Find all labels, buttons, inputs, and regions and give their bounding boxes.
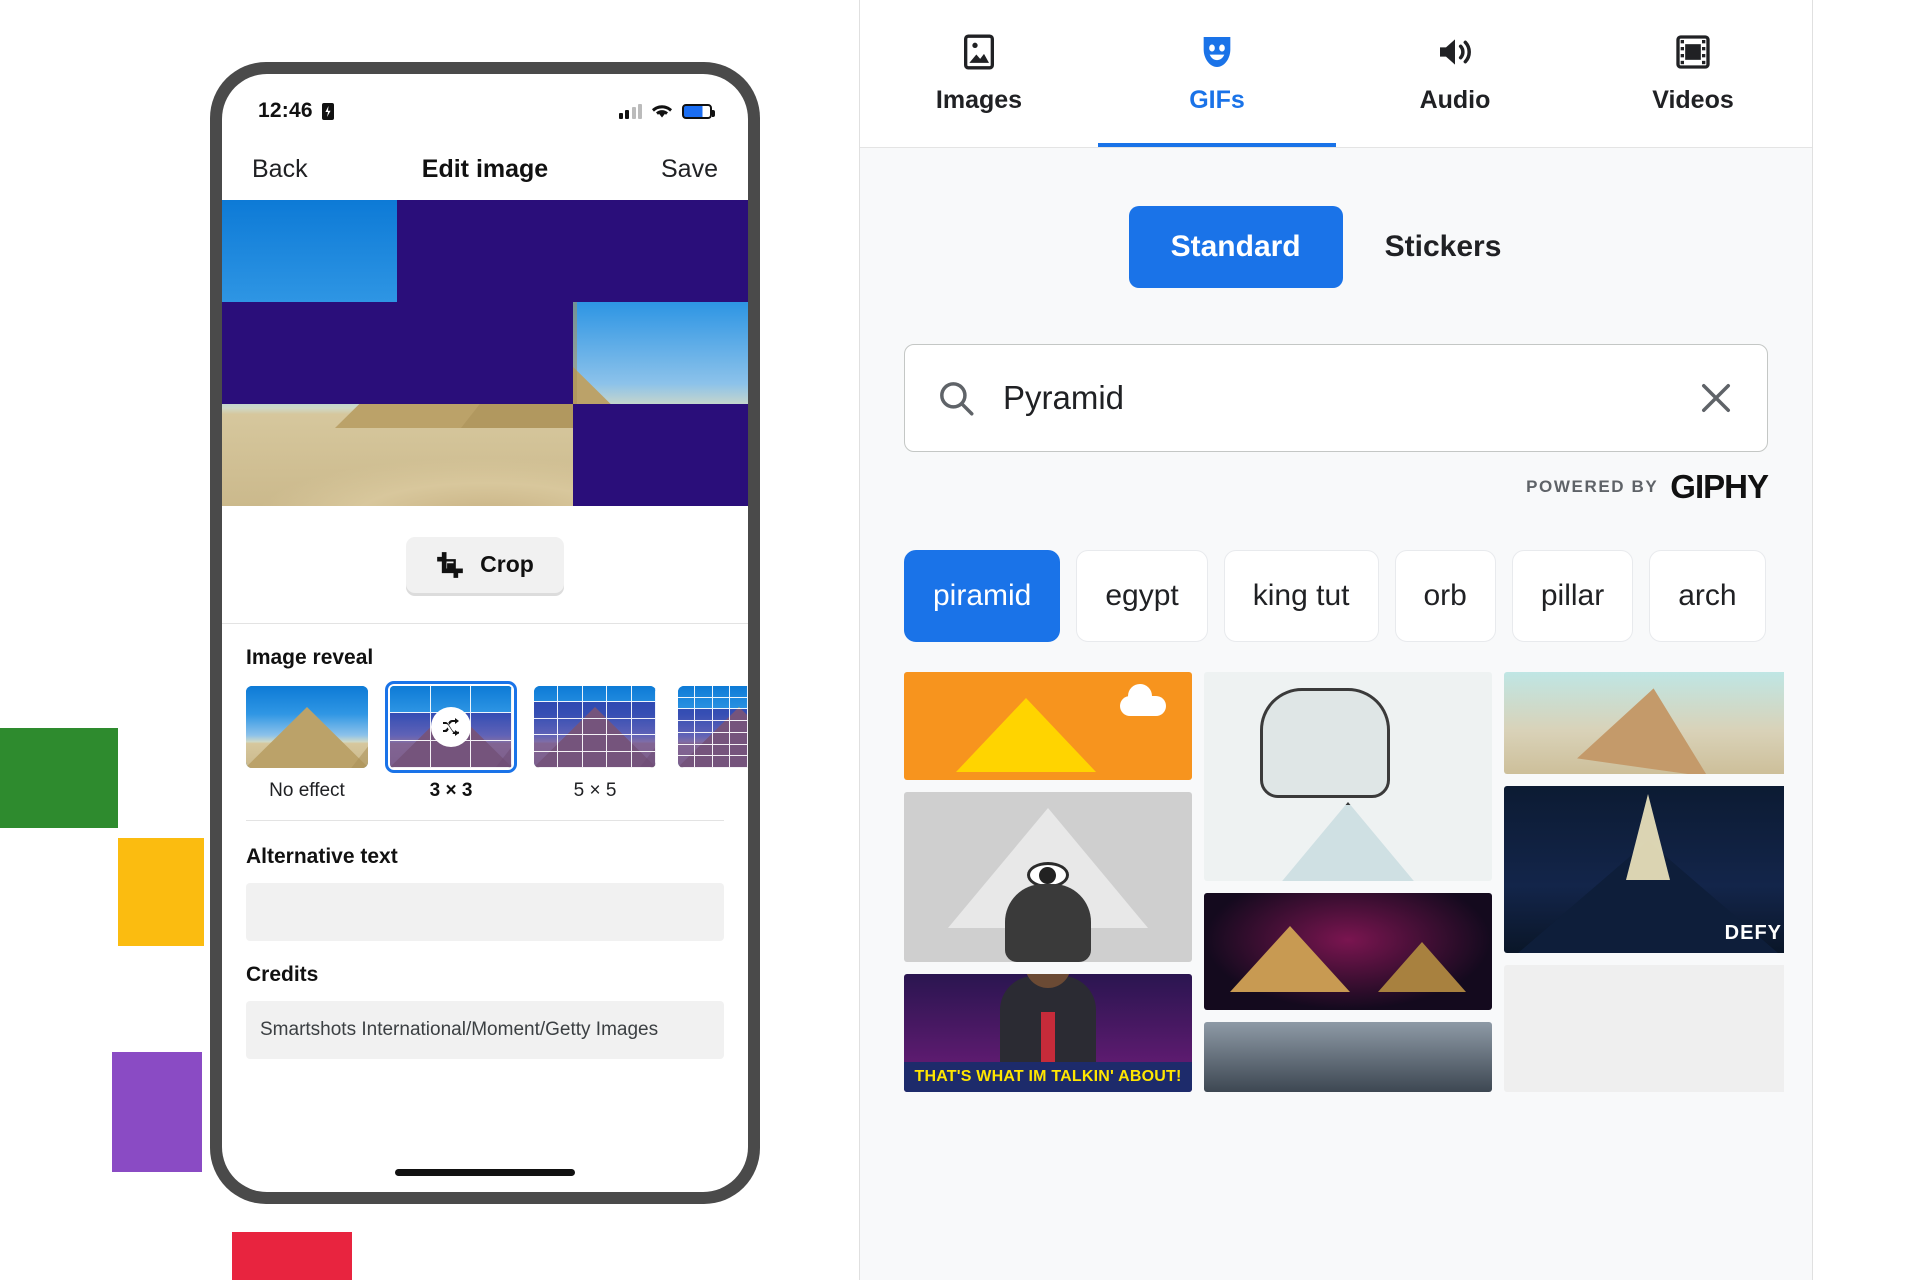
gif-result-item[interactable]: [1204, 1021, 1492, 1092]
media-picker-panel: Images GIFs Audio Videos Standard Sticke…: [860, 0, 1812, 1280]
crop-button[interactable]: Crop: [406, 536, 564, 593]
reveal-option-3x3[interactable]: 3 × 3: [385, 681, 517, 802]
preview-tile[interactable]: [222, 404, 398, 506]
tab-images[interactable]: Images: [860, 0, 1098, 147]
image-icon: [964, 34, 994, 70]
crop-row: Crop: [222, 506, 748, 624]
speaker-icon: [1440, 39, 1471, 65]
image-reveal-label: Image reveal: [246, 646, 374, 669]
chip-king-tut[interactable]: king tut: [1223, 550, 1379, 642]
battery-charging-icon: [321, 102, 334, 120]
preview-tile[interactable]: [397, 302, 573, 404]
powered-by-giphy: POWERED BY GIPHY: [860, 468, 1769, 506]
suggestion-chips: piramid egypt king tut orb pillar arch: [904, 550, 1812, 642]
status-bar: 12:46: [222, 74, 748, 138]
tab-label: Videos: [1652, 86, 1734, 114]
alternative-text-section: Alternative text: [222, 829, 748, 949]
section-divider: [246, 820, 724, 821]
phone-mockup: 12:46 Back Edit image Save Crop Image re…: [210, 62, 760, 1204]
decorative-square-red: [232, 1232, 352, 1280]
decorative-square-yellow: [118, 838, 204, 946]
reveal-option-label: 5 × 5: [573, 780, 617, 801]
preview-tile[interactable]: [572, 404, 748, 506]
image-reveal-options: No effect 3 × 3 5 × 5: [246, 681, 748, 802]
theater-mask-icon: [1203, 37, 1231, 67]
tab-label: Audio: [1419, 86, 1491, 114]
preview-tile[interactable]: [572, 200, 748, 302]
crop-label: Crop: [480, 551, 534, 577]
close-icon[interactable]: [1695, 377, 1737, 419]
alternative-text-label: Alternative text: [246, 845, 398, 868]
gif-results-column: DEFY: [1504, 672, 1784, 1092]
gif-result-item[interactable]: [1504, 964, 1784, 1092]
search-icon: [940, 382, 974, 416]
home-indicator: [395, 1169, 575, 1176]
gif-results-grid: THAT'S WHAT IM TALKIN' ABOUT! DEFY: [904, 672, 1784, 1092]
gif-watermark: DEFY: [1724, 921, 1782, 944]
back-button[interactable]: Back: [252, 155, 308, 184]
powered-by-label: POWERED BY: [1526, 477, 1659, 496]
credits-section: Credits Smartshots International/Moment/…: [222, 949, 748, 1067]
search-input[interactable]: Pyramid: [1003, 379, 1669, 417]
battery-icon: [682, 103, 715, 119]
gif-results-column: [1204, 672, 1492, 1092]
segment-standard[interactable]: Standard: [1128, 206, 1343, 288]
reveal-option-no-effect[interactable]: No effect: [246, 686, 368, 802]
preview-tile[interactable]: [397, 200, 573, 302]
gif-result-item[interactable]: [904, 791, 1192, 962]
preview-tile[interactable]: [397, 404, 573, 506]
media-tabs: Images GIFs Audio Videos: [860, 0, 1812, 148]
preview-tile[interactable]: [222, 302, 398, 404]
tab-label: GIFs: [1189, 86, 1245, 114]
reveal-option-label: 3 × 3: [429, 780, 473, 801]
phone-nav-bar: Back Edit image Save: [222, 138, 748, 200]
gif-result-item[interactable]: [1204, 672, 1492, 881]
gif-results-column: THAT'S WHAT IM TALKIN' ABOUT!: [904, 672, 1192, 1092]
status-time: 12:46: [258, 99, 313, 122]
gif-result-item[interactable]: [904, 672, 1192, 780]
save-button[interactable]: Save: [661, 155, 718, 184]
preview-tile[interactable]: [222, 200, 398, 302]
gif-type-segmented-control: Standard Stickers: [860, 206, 1812, 288]
decorative-square-green: [0, 728, 118, 828]
chip-piramid[interactable]: piramid: [904, 550, 1061, 642]
reveal-option-7x7[interactable]: [678, 686, 748, 802]
decorative-square-purple: [112, 1052, 202, 1172]
signal-icon: [618, 103, 642, 119]
segment-stickers[interactable]: Stickers: [1343, 206, 1544, 288]
chip-arch[interactable]: arch: [1649, 550, 1766, 642]
gif-result-item[interactable]: [1504, 672, 1784, 774]
chip-pillar[interactable]: pillar: [1511, 550, 1634, 642]
chip-orb[interactable]: orb: [1394, 550, 1496, 642]
shuffle-icon[interactable]: [431, 707, 471, 747]
image-reveal-section: Image reveal No effect 3 × 3 5 × 5: [222, 624, 748, 829]
giphy-logo: GIPHY: [1670, 468, 1769, 505]
gif-search-bar[interactable]: Pyramid: [904, 344, 1768, 452]
crop-icon: [437, 551, 463, 578]
tab-videos[interactable]: Videos: [1574, 0, 1812, 147]
reveal-option-label: No effect: [269, 780, 345, 801]
credits-input[interactable]: Smartshots International/Moment/Getty Im…: [246, 1001, 724, 1059]
tab-gifs[interactable]: GIFs: [1098, 0, 1336, 147]
alternative-text-input[interactable]: [246, 883, 724, 941]
preview-tile[interactable]: [572, 302, 748, 404]
tab-label: Images: [935, 86, 1023, 114]
gif-result-item[interactable]: DEFY: [1504, 785, 1784, 953]
image-reveal-preview[interactable]: [222, 200, 748, 506]
page-title: Edit image: [421, 154, 549, 183]
credits-label: Credits: [246, 963, 319, 986]
wifi-icon: [652, 104, 672, 117]
gif-caption: THAT'S WHAT IM TALKIN' ABOUT!: [904, 1062, 1192, 1092]
gif-result-item[interactable]: [1204, 892, 1492, 1010]
chip-egypt[interactable]: egypt: [1076, 550, 1208, 642]
film-icon: [1676, 35, 1710, 69]
gif-result-item[interactable]: THAT'S WHAT IM TALKIN' ABOUT!: [904, 973, 1192, 1092]
tab-audio[interactable]: Audio: [1336, 0, 1574, 147]
reveal-option-5x5[interactable]: 5 × 5: [534, 686, 656, 802]
